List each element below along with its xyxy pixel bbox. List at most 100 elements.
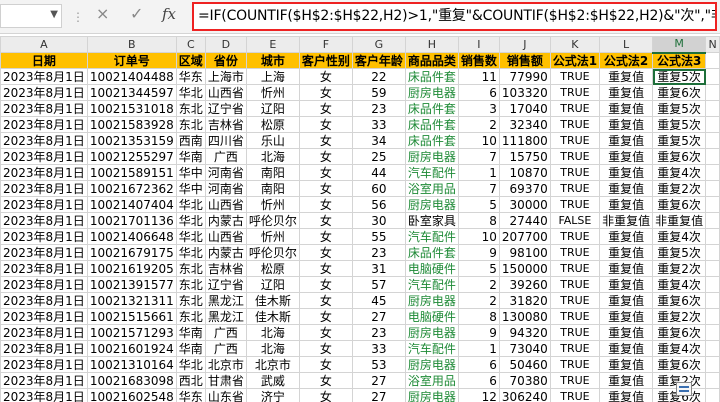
data-cell[interactable]: 重复值 xyxy=(599,148,654,165)
data-cell[interactable]: 2 xyxy=(457,276,500,293)
data-cell[interactable]: 山西省 xyxy=(204,196,247,213)
data-cell[interactable]: 山西省 xyxy=(204,84,247,101)
data-cell[interactable]: 6 xyxy=(457,356,500,373)
data-cell[interactable]: 2023年8月1日 xyxy=(0,276,88,293)
data-cell[interactable]: 10021701136 xyxy=(86,212,177,229)
data-cell[interactable]: 重复4次 xyxy=(652,276,707,293)
data-cell[interactable]: 重复值 xyxy=(599,100,654,117)
header-cell[interactable]: 省份 xyxy=(204,52,247,69)
data-cell[interactable]: 重复值 xyxy=(599,180,654,197)
data-cell[interactable]: TRUE xyxy=(549,260,601,277)
data-cell[interactable]: 30 xyxy=(351,212,406,229)
data-cell[interactable]: TRUE xyxy=(549,116,601,133)
data-cell[interactable]: 重复5次 xyxy=(652,244,707,261)
data-cell[interactable]: 2023年8月1日 xyxy=(0,372,88,389)
data-cell[interactable]: 重复值 xyxy=(599,292,654,309)
empty-cell[interactable] xyxy=(705,148,720,165)
data-cell[interactable]: 女 xyxy=(298,180,353,197)
data-cell[interactable]: 床品件套 xyxy=(404,132,459,149)
data-cell[interactable]: 厨房电器 xyxy=(404,148,459,165)
data-cell[interactable]: 女 xyxy=(298,324,353,341)
column-header-e[interactable]: E xyxy=(245,36,300,53)
data-cell[interactable]: 10 xyxy=(457,228,500,245)
empty-cell[interactable] xyxy=(705,340,720,357)
data-cell[interactable]: 辽宁省 xyxy=(204,100,247,117)
data-cell[interactable]: 2023年8月1日 xyxy=(0,292,88,309)
header-cell[interactable]: 销售数 xyxy=(457,52,500,69)
column-header-j[interactable]: J xyxy=(498,36,551,53)
data-cell[interactable]: TRUE xyxy=(549,180,601,197)
data-cell[interactable]: 23 xyxy=(351,324,406,341)
data-cell[interactable]: 女 xyxy=(298,116,353,133)
data-cell[interactable]: 3 xyxy=(457,100,500,117)
data-cell[interactable]: TRUE xyxy=(549,276,601,293)
data-cell[interactable]: 15750 xyxy=(498,148,551,165)
data-cell[interactable]: 甘肃省 xyxy=(204,372,247,389)
data-cell[interactable]: 华北 xyxy=(175,196,206,213)
column-header-h[interactable]: H xyxy=(404,36,459,53)
column-header-b[interactable]: B xyxy=(86,36,177,53)
data-cell[interactable]: TRUE xyxy=(549,308,601,325)
data-cell[interactable]: 重复2次 xyxy=(652,180,707,197)
data-cell[interactable]: 重复值 xyxy=(599,276,654,293)
header-cell[interactable]: 订单号 xyxy=(86,52,177,69)
data-cell[interactable]: 浴室用品 xyxy=(404,180,459,197)
data-cell[interactable]: 床品件套 xyxy=(404,244,459,261)
data-cell[interactable]: 重复4次 xyxy=(652,228,707,245)
data-cell[interactable]: 10021353159 xyxy=(86,132,177,149)
data-cell[interactable]: 2023年8月1日 xyxy=(0,164,88,181)
data-cell[interactable]: 忻州 xyxy=(245,84,300,101)
header-cell[interactable]: 客户性别 xyxy=(298,52,353,69)
data-cell[interactable]: 2 xyxy=(457,116,500,133)
data-cell[interactable]: 女 xyxy=(298,388,353,402)
data-cell[interactable]: 17040 xyxy=(498,100,551,117)
data-cell[interactable]: TRUE xyxy=(549,244,601,261)
data-cell[interactable]: 6 xyxy=(457,372,500,389)
spreadsheet-grid[interactable]: ABCDEFGHIJKLMN 日期 订单号 区域 省份 城市 客户性别 客户年龄 商品品类 销售… xyxy=(0,36,720,402)
data-cell[interactable]: 华北 xyxy=(175,228,206,245)
data-cell[interactable]: 女 xyxy=(298,196,353,213)
data-cell[interactable]: 汽车配件 xyxy=(404,164,459,181)
data-cell[interactable]: 5 xyxy=(457,260,500,277)
data-cell[interactable]: 床品件套 xyxy=(404,100,459,117)
data-cell[interactable]: TRUE xyxy=(549,84,601,101)
data-cell[interactable]: 10021583928 xyxy=(86,116,177,133)
empty-cell[interactable] xyxy=(705,180,720,197)
data-cell[interactable]: 重复值 xyxy=(599,324,654,341)
data-cell[interactable]: TRUE xyxy=(549,372,601,389)
data-cell[interactable]: 女 xyxy=(298,244,353,261)
data-cell[interactable]: 55 xyxy=(351,228,406,245)
data-cell[interactable]: 黑龙江 xyxy=(204,308,247,325)
data-cell[interactable]: 厨房电器 xyxy=(404,292,459,309)
empty-cell[interactable] xyxy=(705,68,720,85)
data-cell[interactable]: 34 xyxy=(351,132,406,149)
data-cell[interactable]: 辽宁省 xyxy=(204,276,247,293)
data-cell[interactable]: 吉林省 xyxy=(204,260,247,277)
data-cell[interactable]: 黑龙江 xyxy=(204,292,247,309)
header-cell[interactable]: 公式法1 xyxy=(549,52,601,69)
column-header-l[interactable]: L xyxy=(599,36,654,53)
data-cell[interactable]: 2023年8月1日 xyxy=(0,308,88,325)
column-header-k[interactable]: K xyxy=(549,36,601,53)
data-cell[interactable]: 7 xyxy=(457,148,500,165)
data-cell[interactable]: 10021407404 xyxy=(86,196,177,213)
data-cell[interactable]: TRUE xyxy=(549,324,601,341)
data-cell[interactable]: 东北 xyxy=(175,292,206,309)
data-cell[interactable]: 重复5次 xyxy=(652,100,707,117)
data-cell[interactable]: 华北 xyxy=(175,84,206,101)
data-cell[interactable]: 厨房电器 xyxy=(404,84,459,101)
empty-cell[interactable] xyxy=(705,244,720,261)
data-cell[interactable]: 2023年8月1日 xyxy=(0,244,88,261)
data-cell[interactable]: 华南 xyxy=(175,148,206,165)
data-cell[interactable]: 非重复值 xyxy=(652,212,707,229)
data-cell[interactable]: 女 xyxy=(298,164,353,181)
data-cell[interactable]: 北京市 xyxy=(204,356,247,373)
data-cell[interactable]: 北海 xyxy=(245,340,300,357)
data-cell[interactable]: 重复值 xyxy=(599,228,654,245)
data-cell[interactable]: 重复5次 xyxy=(652,116,707,133)
data-cell[interactable]: 44 xyxy=(351,164,406,181)
data-cell[interactable]: 207700 xyxy=(498,228,551,245)
data-cell[interactable]: 华南 xyxy=(175,340,206,357)
data-cell[interactable]: 重复2次 xyxy=(652,260,707,277)
data-cell[interactable]: 西南 xyxy=(175,132,206,149)
